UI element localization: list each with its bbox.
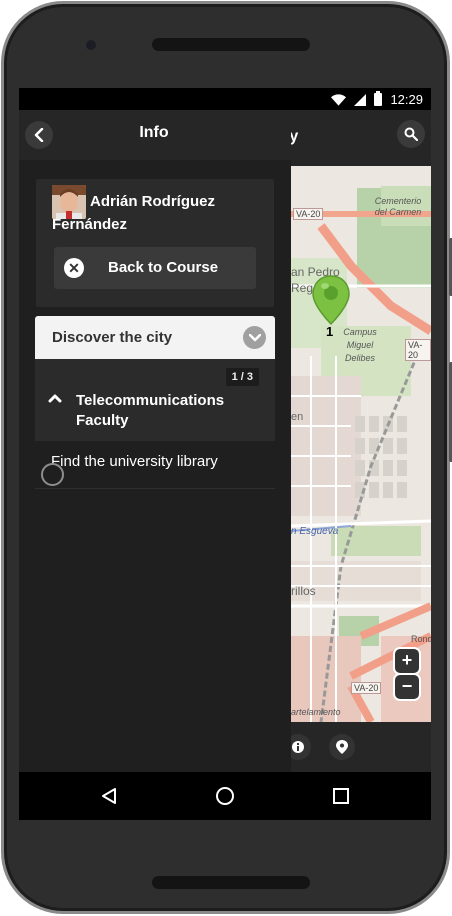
map-label-cemetery: Cementerio del Carmen xyxy=(374,196,422,217)
info-panel: Info Adrián Rodríguez Fernández ✕ Back t… xyxy=(19,110,291,772)
map-label-partelamiento: artelamiento xyxy=(291,707,341,717)
item-title: Telecommunications Faculty xyxy=(76,392,225,429)
map-label-esgueva: n Esgueva xyxy=(291,526,339,537)
list-item-telecommunications-faculty[interactable]: 1 / 3 Telecommunications Faculty xyxy=(35,359,275,441)
panel-title: Info xyxy=(19,124,291,142)
search-button[interactable] xyxy=(397,120,425,148)
map-marker-number: 1 xyxy=(326,324,334,339)
profile-card: Adrián Rodríguez Fernández ✕ Back to Cou… xyxy=(36,179,274,307)
progress-counter: 1 / 3 xyxy=(225,368,259,386)
info-icon xyxy=(292,741,304,753)
zoom-in-button[interactable]: + xyxy=(395,649,419,673)
wifi-icon xyxy=(331,93,347,106)
group-header[interactable]: Discover the city xyxy=(35,316,275,359)
task-item[interactable]: Find the university library xyxy=(35,441,275,489)
road-label-va20-top: VA-20 xyxy=(293,208,324,220)
recents-nav-icon[interactable] xyxy=(332,787,350,805)
panel-header: Info xyxy=(19,110,291,160)
location-button[interactable] xyxy=(329,734,355,760)
search-icon xyxy=(404,127,418,141)
road-label-va20-bottom: VA-20 xyxy=(351,682,382,694)
task-radio[interactable] xyxy=(41,463,64,486)
home-nav-icon[interactable] xyxy=(215,786,235,806)
map-tiles xyxy=(291,166,431,722)
status-bar: 12:29 xyxy=(19,88,431,110)
panel-title-text: Info xyxy=(139,124,169,141)
status-time: 12:29 xyxy=(390,92,423,107)
location-pin-icon xyxy=(336,740,348,754)
zoom-out-button[interactable]: − xyxy=(395,675,419,699)
map-label-campus: Campus Miguel Delibes xyxy=(343,327,377,363)
map-label-en: en xyxy=(291,411,304,423)
screen: 12:29 ty Cementerio del Carmen VA-20 an … xyxy=(19,88,431,820)
front-camera xyxy=(86,40,96,50)
back-to-course-button[interactable]: ✕ Back to Course xyxy=(54,247,256,289)
navigation-bar xyxy=(19,772,431,820)
road-label-va20-right: VA-20 xyxy=(405,339,431,361)
back-to-course-label: Back to Course xyxy=(108,259,219,276)
chevron-up-icon[interactable] xyxy=(45,388,65,408)
chevron-down-icon[interactable] xyxy=(243,326,266,349)
map-label-pillos: rillos xyxy=(291,584,316,598)
map-marker-icon[interactable] xyxy=(311,274,351,328)
back-nav-icon[interactable] xyxy=(100,787,118,805)
map-label-ronda: Ronda xyxy=(411,634,431,644)
task-title: Find the university library xyxy=(51,453,218,470)
group-title: Discover the city xyxy=(52,329,173,346)
close-icon: ✕ xyxy=(64,258,84,278)
signal-icon xyxy=(354,93,367,106)
earpiece-speaker xyxy=(152,38,310,51)
user-name: Adrián Rodríguez Fernández xyxy=(52,193,216,233)
battery-icon xyxy=(374,91,383,106)
bottom-speaker xyxy=(152,876,310,889)
map[interactable]: Cementerio del Carmen VA-20 an Pedro Reg… xyxy=(291,166,431,722)
